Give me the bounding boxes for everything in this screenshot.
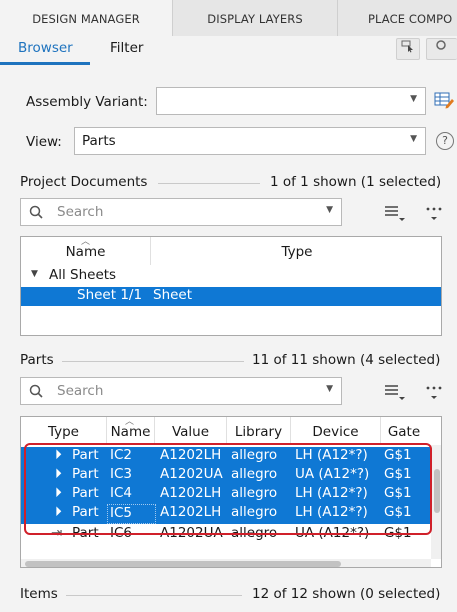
tree-root-all-sheets[interactable]: All Sheets [49,267,116,283]
view-value: Parts [82,133,116,149]
zoom-button[interactable] [426,38,457,60]
section-divider [158,183,260,184]
subtab-filter[interactable]: Filter [110,38,143,64]
project-search-input[interactable]: Search ▼ [20,198,342,226]
scrollbar-thumb[interactable] [434,469,440,513]
parts-status: 11 of 11 shown (4 selected) [252,352,441,368]
column-options-button[interactable] [384,203,406,227]
project-documents-label: Project Documents [20,174,148,190]
scrollbar-thumb[interactable] [25,561,341,567]
project-documents-status: 1 of 1 shown (1 selected) [270,174,442,190]
tab-display-layers[interactable]: DISPLAY LAYERS [172,0,337,36]
column-options-button[interactable] [384,382,406,406]
column-header-type[interactable]: Type [151,237,441,265]
sheet-type: Sheet [153,287,193,303]
more-options-button[interactable] [424,203,446,227]
section-divider [66,595,242,596]
sort-ascending-icon: ︿ [125,417,135,427]
search-icon [29,384,43,398]
sort-ascending-icon: ︿ [81,237,91,247]
active-subtab-indicator [0,62,90,65]
magnifier-icon [436,40,446,50]
project-documents-list: Name ︿ Type ▼ All Sheets Sheet 1/1 Sheet [20,236,442,336]
chevron-down-icon: ▼ [326,384,333,394]
list-options-icon [385,385,405,400]
parts-search-input[interactable]: Search ▼ [20,377,342,405]
chevron-down-icon: ▼ [410,94,417,104]
list-options-icon [385,206,405,221]
subtab-browser[interactable]: Browser [18,38,73,64]
sheet-name: Sheet 1/1 [77,287,143,303]
assembly-variant-label: Assembly Variant: [26,94,148,110]
view-label: View: [26,134,62,150]
chevron-down-icon: ▼ [326,205,333,215]
more-icon [426,386,442,399]
top-tab-bar: DESIGN MANAGER DISPLAY LAYERS PLACE COMP… [0,0,457,36]
selection-highlight-outline [24,443,432,535]
horizontal-scrollbar[interactable] [21,559,431,567]
more-icon [426,207,442,220]
sheet-row[interactable]: Sheet 1/1 Sheet [21,287,441,306]
edit-variants-button[interactable] [434,90,454,114]
column-header-gate[interactable]: Gate [381,417,427,445]
column-header-device[interactable]: Device [291,417,381,445]
search-placeholder: Search [57,204,104,220]
tree-expand-icon[interactable]: ▼ [31,269,38,279]
column-header-type[interactable]: Type [21,417,107,445]
select-pointer-button[interactable] [396,38,420,60]
section-divider [62,361,244,362]
view-select[interactable]: Parts ▼ [74,127,426,155]
assembly-variant-select[interactable]: ▼ [156,87,426,115]
pointer-icon [401,40,413,53]
chevron-down-icon: ▼ [410,134,417,144]
parts-label: Parts [20,352,54,368]
tab-place-components[interactable]: PLACE COMPO [337,0,457,36]
help-icon[interactable]: ? [436,132,454,150]
vertical-scrollbar[interactable] [431,445,441,559]
search-icon [29,205,43,219]
table-edit-icon [434,92,454,109]
column-header-library[interactable]: Library [227,417,291,445]
tab-design-manager[interactable]: DESIGN MANAGER [0,0,172,36]
items-label: Items [20,586,58,602]
column-header-value[interactable]: Value [155,417,227,445]
search-placeholder: Search [57,383,104,399]
items-status: 12 of 12 shown (0 selected) [252,586,441,602]
more-options-button[interactable] [424,382,446,406]
